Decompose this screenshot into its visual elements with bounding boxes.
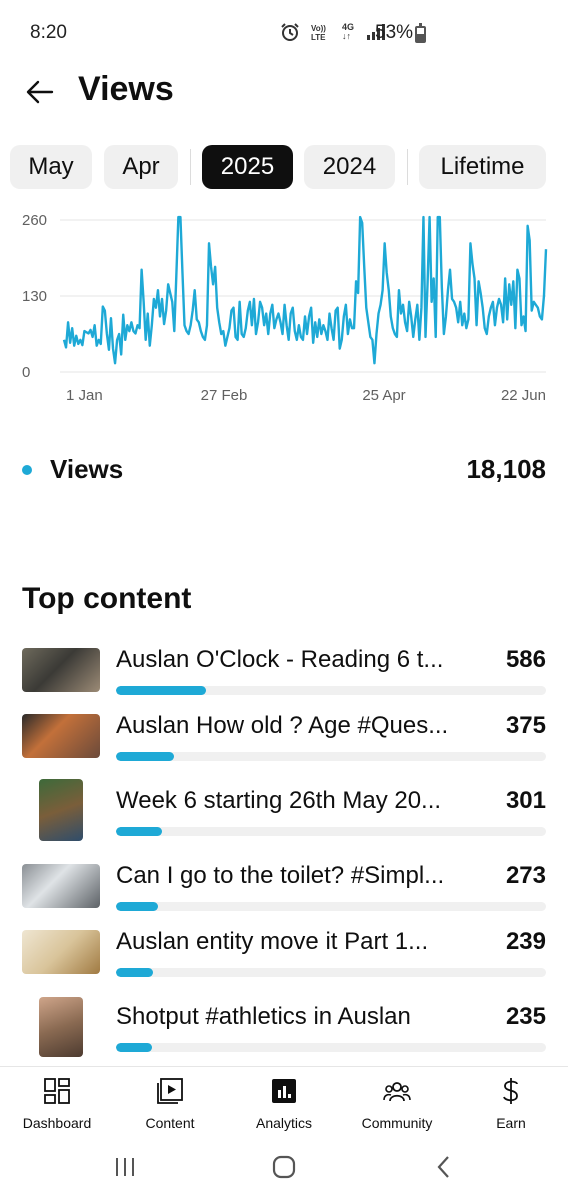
nav-label: Community <box>361 1115 433 1131</box>
views-bar-fill <box>116 686 206 695</box>
video-thumbnail <box>22 714 100 758</box>
status-bar: 8:20 Vo)) LTE 4G ↓↑ 53% <box>0 0 568 64</box>
video-thumbnail <box>22 864 100 908</box>
analytics-icon <box>272 1079 296 1103</box>
x-tick-label: 22 Jun <box>501 387 546 404</box>
back-button[interactable] <box>22 74 58 110</box>
chip-divider <box>190 149 191 185</box>
nav-community[interactable]: Community <box>347 1075 447 1135</box>
app-header: Views <box>0 64 568 124</box>
nav-earn[interactable]: Earn <box>461 1075 561 1135</box>
top-content-title: Top content <box>22 582 192 615</box>
chip-lifetime[interactable]: Lifetime <box>419 145 546 189</box>
battery-percent: 53% <box>375 22 414 43</box>
views-bar <box>116 902 546 911</box>
nav-analytics[interactable]: Analytics <box>234 1075 334 1135</box>
top-content-item[interactable]: Can I go to the toilet? #Simpl... 273 <box>22 862 546 922</box>
views-line-chart: 260 130 0 1 Jan 27 Feb 25 Apr 22 Jun <box>22 212 548 404</box>
volte-icon: Vo)) LTE <box>311 24 326 42</box>
alarm-icon <box>281 23 299 41</box>
video-views: 301 <box>505 787 546 814</box>
home-icon[interactable] <box>271 1154 297 1180</box>
views-value: 18,108 <box>466 454 546 484</box>
top-content-item[interactable]: Shotput #athletics in Auslan 235 <box>22 997 546 1063</box>
views-bar-fill <box>116 968 153 977</box>
video-views: 235 <box>505 1003 546 1030</box>
nav-label: Content <box>145 1115 195 1131</box>
community-icon <box>383 1082 411 1102</box>
video-title: Can I go to the toilet? #Simpl... <box>116 862 445 889</box>
video-title: Shotput #athletics in Auslan <box>116 1003 411 1030</box>
system-navigation-bar <box>0 1136 568 1200</box>
views-label: Views <box>50 454 124 484</box>
views-chart: 260 130 0 1 Jan 27 Feb 25 Apr 22 Jun <box>0 196 568 416</box>
top-content-item[interactable]: Auslan entity move it Part 1... 239 <box>22 928 546 988</box>
x-tick-label: 1 Jan <box>66 387 103 404</box>
views-bar <box>116 1043 546 1052</box>
chip-apr[interactable]: Apr <box>104 145 178 189</box>
top-content-item[interactable]: Auslan How old ? Age #Ques... 375 <box>22 712 546 772</box>
recents-icon[interactable] <box>112 1154 138 1180</box>
arrow-left-icon <box>26 80 54 104</box>
series-dot <box>22 465 32 475</box>
views-bar <box>116 686 546 695</box>
svg-text:LTE: LTE <box>311 33 326 42</box>
content-play-icon <box>157 1078 183 1104</box>
views-bar-fill <box>116 752 174 761</box>
video-thumbnail <box>39 779 83 841</box>
views-total-row: Views 18,108 <box>22 452 546 492</box>
video-views: 586 <box>505 646 546 673</box>
y-tick-label: 0 <box>22 364 30 381</box>
nav-label: Earn <box>496 1115 526 1131</box>
video-thumbnail <box>22 930 100 974</box>
period-chips: May Apr 2025 2024 Lifetime <box>10 145 568 189</box>
views-bar-fill <box>116 902 158 911</box>
svg-text:Vo)): Vo)) <box>311 24 326 33</box>
back-icon[interactable] <box>431 1154 457 1180</box>
bottom-nav: Dashboard Content Analytics Community Ea… <box>0 1066 568 1136</box>
status-time: 8:20 <box>30 22 67 43</box>
page-title: Views <box>78 70 174 108</box>
nav-label: Dashboard <box>22 1115 92 1131</box>
dashboard-icon <box>44 1078 70 1104</box>
nav-label: Analytics <box>255 1115 313 1131</box>
dollar-icon <box>503 1078 518 1104</box>
views-bar <box>116 827 546 836</box>
x-tick-label: 25 Apr <box>362 387 405 404</box>
x-tick-label: 27 Feb <box>201 387 248 404</box>
video-thumbnail <box>22 648 100 692</box>
views-bar-fill <box>116 827 163 836</box>
chip-2024[interactable]: 2024 <box>304 145 395 189</box>
chip-divider <box>407 149 408 185</box>
status-icons: Vo)) LTE 4G ↓↑ <box>280 22 386 42</box>
battery-icon <box>415 23 426 43</box>
nav-dashboard[interactable]: Dashboard <box>7 1075 107 1135</box>
chip-may[interactable]: May <box>10 145 92 189</box>
chip-2025[interactable]: 2025 <box>202 145 293 189</box>
views-series-line <box>62 215 548 365</box>
top-content-item[interactable]: Auslan O'Clock - Reading 6 t... 586 <box>22 646 546 706</box>
views-bar <box>116 968 546 977</box>
video-views: 239 <box>505 928 546 955</box>
y-tick-label: 260 <box>22 212 47 229</box>
video-views: 273 <box>505 862 546 889</box>
video-title: Auslan O'Clock - Reading 6 t... <box>116 646 444 673</box>
video-title: Auslan entity move it Part 1... <box>116 928 429 955</box>
video-title: Week 6 starting 26th May 20... <box>116 787 442 814</box>
video-title: Auslan How old ? Age #Ques... <box>116 712 449 739</box>
y-tick-label: 130 <box>22 288 47 305</box>
views-bar-fill <box>116 1043 153 1052</box>
video-views: 375 <box>505 712 546 739</box>
top-content-item[interactable]: Week 6 starting 26th May 20... 301 <box>22 779 546 847</box>
nav-content[interactable]: Content <box>120 1075 220 1135</box>
video-thumbnail <box>39 997 83 1057</box>
views-bar <box>116 752 546 761</box>
network-type: 4G ↓↑ <box>342 22 355 41</box>
